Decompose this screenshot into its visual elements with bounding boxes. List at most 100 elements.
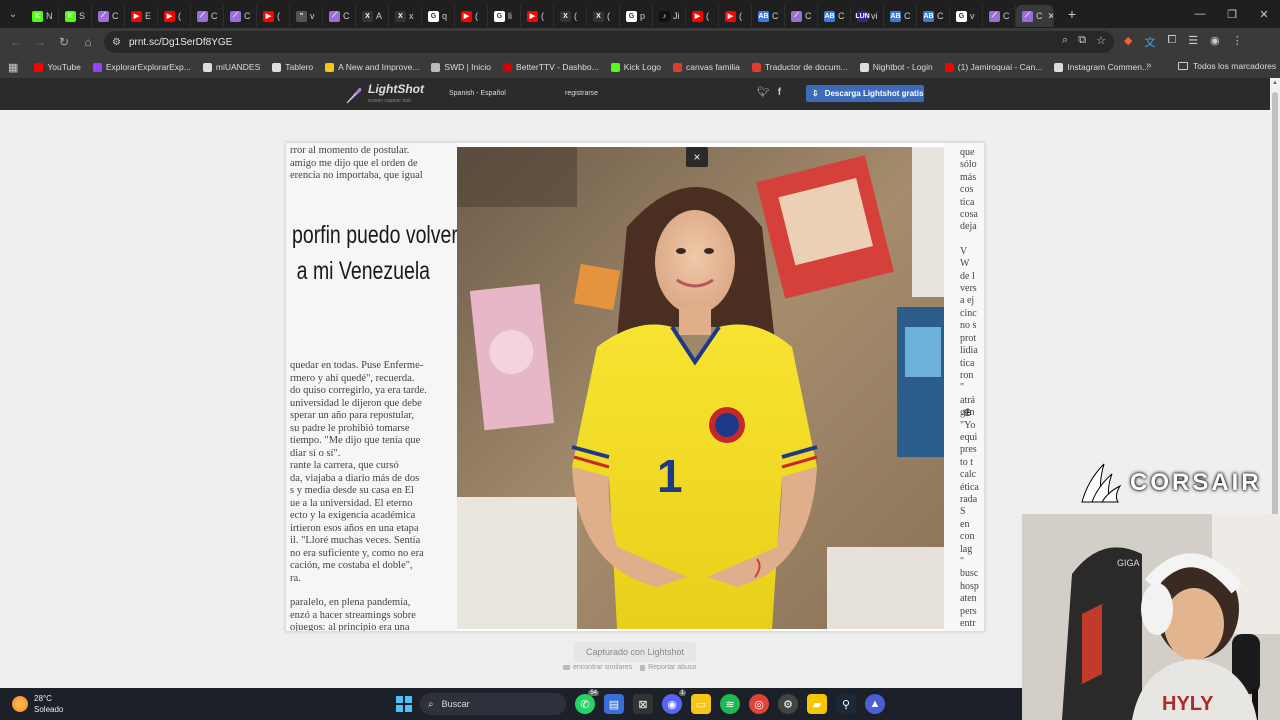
bookmark-item[interactable]: BetterTTV - Dashbo... bbox=[503, 62, 599, 72]
chrome-icon[interactable]: ◎ bbox=[749, 694, 769, 714]
reading-list-icon[interactable]: ☰ bbox=[1188, 34, 1198, 50]
forward-icon[interactable]: → bbox=[28, 30, 52, 54]
close-image-button[interactable]: × bbox=[686, 147, 708, 167]
close-tab-icon[interactable]: ✕ bbox=[1048, 11, 1054, 22]
browser-tab[interactable]: ⟋ C bbox=[785, 5, 818, 27]
bookmark-item[interactable]: YouTube bbox=[34, 62, 81, 72]
bookmark-item[interactable]: SWD | Inicio bbox=[431, 62, 491, 72]
browser-tab[interactable]: ▶( bbox=[719, 5, 752, 27]
discord-icon[interactable]: ◉ 1 bbox=[662, 690, 686, 714]
browser-tab[interactable]: X( bbox=[587, 5, 620, 27]
logo-subtitle: screen capture tool bbox=[368, 98, 411, 104]
profile-avatar-icon[interactable]: ◉ bbox=[1210, 34, 1220, 50]
weather-widget[interactable]: 28°C Soleado bbox=[12, 693, 63, 715]
browser-tab[interactable]: Gli bbox=[488, 5, 521, 27]
reload-icon[interactable]: ↻ bbox=[52, 30, 76, 54]
browser-tab[interactable]: AB C bbox=[917, 5, 950, 27]
browser-tab[interactable]: ▶ E bbox=[125, 5, 158, 27]
language-selector[interactable]: Spanish - Español bbox=[449, 90, 506, 97]
browser-tab[interactable]: ▶( bbox=[257, 5, 290, 27]
scroll-up-icon[interactable]: ▲ bbox=[1272, 80, 1278, 86]
extension-translate-icon[interactable]: 文 bbox=[1144, 34, 1155, 50]
new-tab-button[interactable]: + bbox=[1060, 6, 1084, 22]
steam-icon[interactable]: ⚲ bbox=[836, 694, 856, 714]
site-info-icon[interactable]: ⚙ bbox=[112, 37, 121, 48]
screenshot-image[interactable]: rror al momento de postular. amigo me dij… bbox=[285, 142, 985, 632]
extensions-puzzle-icon[interactable]: ⧠ bbox=[1167, 34, 1176, 50]
file-explorer-icon[interactable]: ▭ bbox=[691, 694, 711, 714]
minimize-icon[interactable]: — bbox=[1184, 0, 1216, 28]
browser-tab[interactable]: ⟋ C bbox=[92, 5, 125, 27]
install-icon[interactable]: ⧉ bbox=[1078, 34, 1086, 47]
terminal-icon[interactable]: ⊠ bbox=[633, 694, 653, 714]
zoom-icon[interactable]: ⌕ bbox=[1062, 34, 1068, 47]
back-icon[interactable]: ← bbox=[4, 30, 28, 54]
bookmark-label: ExplorarExplorarExp... bbox=[105, 62, 191, 72]
sticky-notes-icon[interactable]: ▰ bbox=[807, 694, 827, 714]
apps-grid-icon[interactable]: ▦ bbox=[8, 61, 18, 74]
bookmark-item[interactable]: Nightbot - Login bbox=[859, 62, 933, 72]
browser-tab[interactable]: ♪ Ji bbox=[653, 5, 686, 27]
bookmark-item[interactable]: Kick Logo bbox=[610, 62, 661, 72]
browser-tab[interactable]: KN bbox=[26, 5, 59, 27]
lightshot-logo[interactable]: LightShot screen capture tool bbox=[344, 83, 424, 107]
bookmark-item[interactable]: Traductor de docum... bbox=[751, 62, 848, 72]
browser-tab[interactable]: ▶( bbox=[521, 5, 554, 27]
browser-tab[interactable]: ⟋ C bbox=[323, 5, 356, 27]
home-icon[interactable]: ⌂ bbox=[76, 30, 100, 54]
browser-tab[interactable]: XA bbox=[356, 5, 389, 27]
app-icon[interactable]: ▲ bbox=[865, 694, 885, 714]
browser-tab[interactable]: KS bbox=[59, 5, 92, 27]
bookmark-item[interactable]: Tablero bbox=[272, 62, 313, 72]
bookmark-item[interactable]: canvas familia bbox=[673, 62, 740, 72]
bookmark-star-icon[interactable]: ☆ bbox=[1096, 34, 1106, 47]
bookmark-item[interactable]: ExplorarExplorarExp... bbox=[92, 62, 191, 72]
download-button[interactable]: ⇩ Descarga Lightshot gratis bbox=[806, 85, 924, 102]
taskbar-search[interactable]: ⌕ Buscar bbox=[420, 693, 566, 715]
browser-tab-active[interactable]: ⟋C ✕ bbox=[1016, 5, 1054, 27]
restore-icon[interactable]: ❐ bbox=[1216, 0, 1248, 28]
bookmark-item[interactable]: (1) Jamiroquai - Can... bbox=[944, 62, 1042, 72]
browser-tab[interactable]: X( bbox=[554, 5, 587, 27]
bookmark-item[interactable]: A New and Improve... bbox=[325, 62, 419, 72]
settings-gear-icon[interactable]: ⚙ bbox=[778, 694, 798, 714]
menu-kebab-icon[interactable]: ⋮ bbox=[1232, 34, 1243, 50]
notepad-icon[interactable]: ▤ bbox=[604, 694, 624, 714]
browser-tab[interactable]: AB C bbox=[818, 5, 851, 27]
bookmark-item[interactable]: miUANDES bbox=[202, 62, 260, 72]
browser-tab[interactable]: ▶( bbox=[158, 5, 191, 27]
register-link[interactable]: registrarse bbox=[565, 90, 598, 97]
extension-fox-icon[interactable]: ◆ bbox=[1124, 34, 1132, 50]
find-similar-link[interactable]: encontrar similares bbox=[563, 664, 632, 671]
url-text[interactable]: prnt.sc/Dg1SerDf8YGE bbox=[129, 37, 232, 48]
whatsapp-icon[interactable]: ✆ 54 bbox=[575, 690, 599, 714]
browser-tab[interactable]: Xx bbox=[389, 5, 422, 27]
browser-tab[interactable]: ▶( bbox=[686, 5, 719, 27]
browser-tab[interactable]: LUN vi bbox=[851, 5, 884, 27]
article-text-line: ron bbox=[960, 369, 974, 381]
browser-tab[interactable]: ⟋ C bbox=[191, 5, 224, 27]
report-abuse-link[interactable]: Reportar abuso bbox=[640, 664, 696, 671]
browser-tab[interactable]: AB C bbox=[752, 5, 785, 27]
facebook-icon[interactable]: f bbox=[778, 87, 781, 98]
browser-tab[interactable]: Gv bbox=[950, 5, 983, 27]
browser-tab[interactable]: Gq bbox=[422, 5, 455, 27]
browser-tab[interactable]: " v bbox=[290, 5, 323, 27]
browser-tab[interactable]: ⟋ C bbox=[983, 5, 1016, 27]
bookmark-item[interactable]: Instagram Commen... bbox=[1054, 62, 1149, 72]
spotify-icon[interactable]: ≋ bbox=[720, 694, 740, 714]
browser-tab[interactable]: ⟋ C bbox=[224, 5, 257, 27]
captured-with-lightshot-button[interactable]: Capturado con Lightshot bbox=[574, 642, 696, 662]
browser-tab[interactable]: Gp bbox=[620, 5, 653, 27]
bookmarks-overflow-icon[interactable]: » bbox=[1146, 60, 1152, 71]
browser-tab[interactable]: AB C bbox=[884, 5, 917, 27]
close-window-icon[interactable]: ✕ bbox=[1248, 0, 1280, 28]
all-bookmarks-folder[interactable]: Todos los marcadores bbox=[1178, 61, 1276, 71]
svg-text:HYLY: HYLY bbox=[1162, 693, 1214, 715]
browser-tab[interactable]: ▶( bbox=[455, 5, 488, 27]
address-bar[interactable]: ⚙ prnt.sc/Dg1SerDf8YGE ⌕ ⧉ ☆ bbox=[104, 31, 1114, 53]
twitter-icon[interactable]: 🐦︎ bbox=[757, 87, 770, 98]
windows-start-icon[interactable] bbox=[396, 696, 412, 712]
tab-search-icon[interactable]: ⌄ bbox=[0, 0, 26, 28]
article-text-line: tica bbox=[960, 196, 975, 208]
